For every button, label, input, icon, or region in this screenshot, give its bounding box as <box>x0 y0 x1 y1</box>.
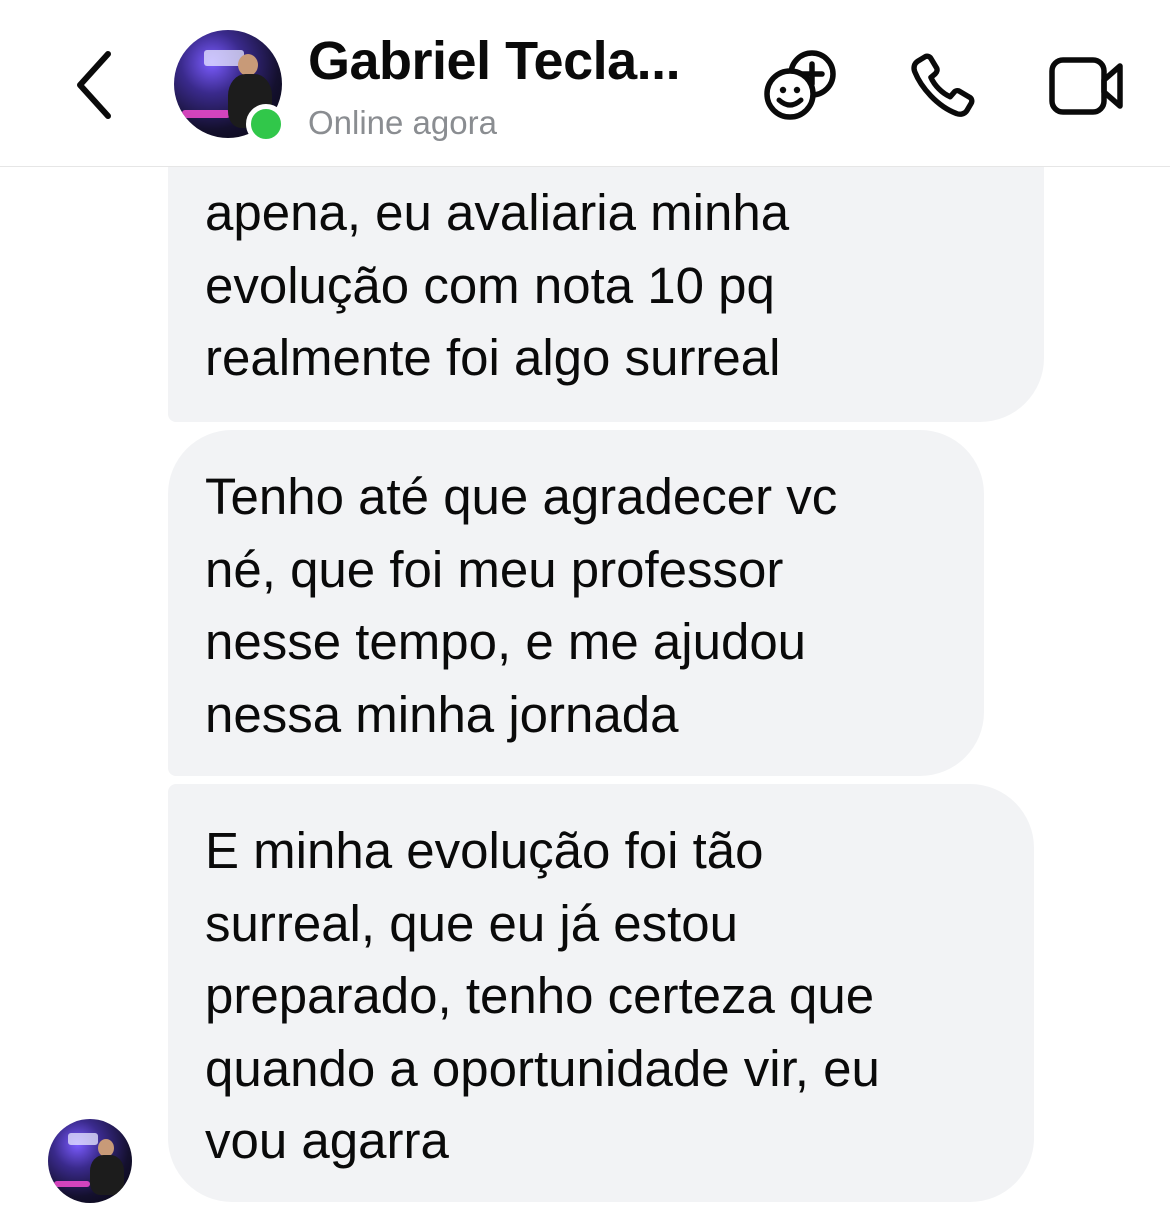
avatar-light <box>54 1181 90 1187</box>
chevron-left-icon <box>77 51 111 119</box>
message-text: E minha evolução foi tão surreal, que eu… <box>205 815 880 1178</box>
avatar-figure <box>90 1155 124 1195</box>
online-indicator <box>246 104 286 144</box>
message-line: apena, eu avaliaria minha <box>205 184 790 241</box>
message-line: E minha evolução foi tão <box>205 822 764 879</box>
message-line: nessa minha jornada <box>205 685 679 743</box>
message-line: evolução com nota 10 pq <box>205 256 775 314</box>
contact-status: Online agora <box>308 104 497 141</box>
contact-name[interactable]: Gabriel Tecla... <box>308 30 681 92</box>
message-list[interactable]: apena, eu avaliaria minha evolução com n… <box>0 0 1170 1215</box>
message-line: vou agarra <box>205 1112 449 1169</box>
back-button[interactable] <box>60 40 130 130</box>
video-camera-icon <box>1049 57 1123 115</box>
sender-avatar[interactable] <box>48 1119 132 1203</box>
message-line: quando a oportunidade vir, eu <box>205 1039 880 1097</box>
avatar-sign <box>68 1133 98 1145</box>
message-line: nesse tempo, e me ajudou <box>205 613 807 670</box>
call-button[interactable] <box>904 48 980 124</box>
message-text: apena, eu avaliaria minha evolução com n… <box>205 177 789 395</box>
message-line: né, que foi meu professor <box>205 540 784 598</box>
video-call-button[interactable] <box>1046 50 1126 120</box>
games-button[interactable] <box>762 44 842 124</box>
message-text: Tenho até que agradecer vc né, que foi m… <box>205 461 837 751</box>
avatar-light <box>182 110 230 118</box>
message-bubble[interactable]: Tenho até que agradecer vc né, que foi m… <box>168 430 984 776</box>
message-line: surreal, que eu já estou <box>205 894 739 952</box>
message-line: preparado, tenho certeza que <box>205 967 875 1024</box>
game-controller-add-icon <box>764 50 836 120</box>
phone-icon <box>911 53 975 117</box>
message-bubble[interactable]: E minha evolução foi tão surreal, que eu… <box>168 784 1034 1202</box>
chat-header: Gabriel Tecla... Online agora <box>0 0 1170 167</box>
message-line: Tenho até que agradecer vc <box>205 468 838 525</box>
message-line: realmente foi algo surreal <box>205 329 781 386</box>
avatar-head <box>238 54 258 76</box>
